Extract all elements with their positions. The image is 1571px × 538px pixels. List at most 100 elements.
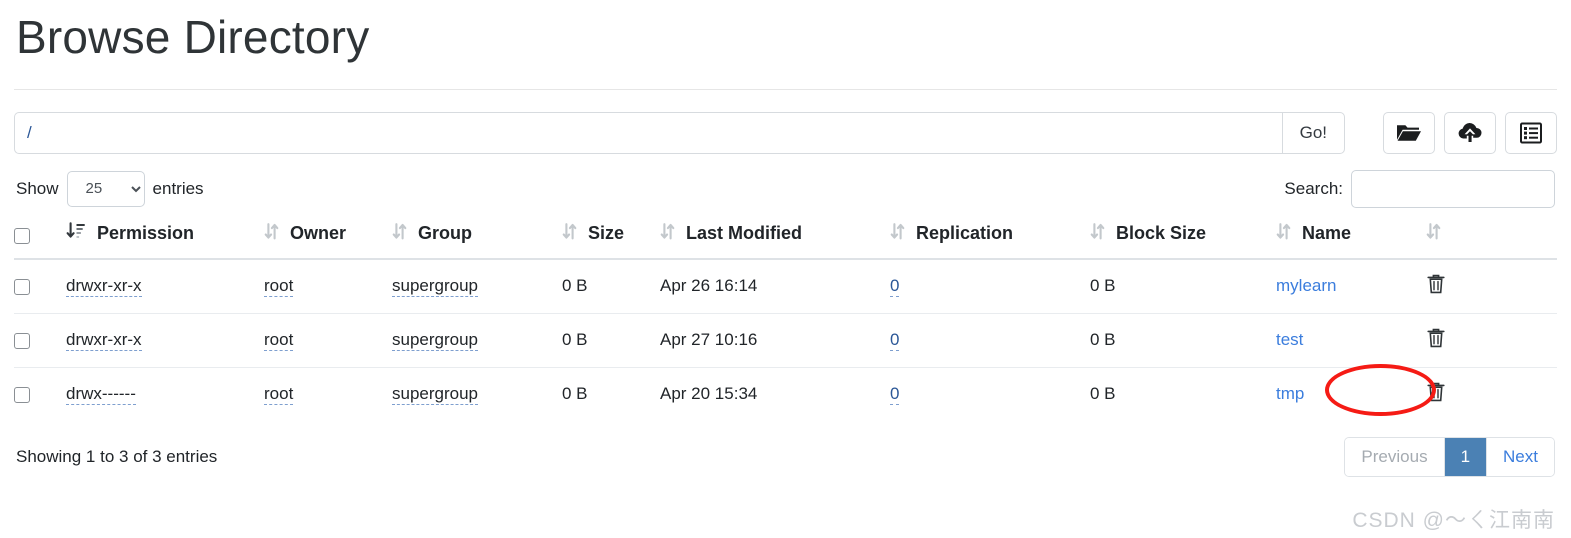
cell-size: 0 B (562, 312, 660, 368)
search-control: Search: (1284, 169, 1555, 208)
sort-icon (392, 222, 407, 246)
row-checkbox[interactable] (14, 332, 30, 349)
owner-value[interactable]: root (264, 384, 294, 406)
cell-name: test (1276, 312, 1426, 368)
owner-value[interactable]: root (264, 276, 294, 298)
permission-value[interactable]: drwxr-xr-x (66, 330, 142, 352)
column-header-block-size-label: Block Size (1116, 223, 1207, 244)
column-header-block-size[interactable]: Block Size (1090, 217, 1276, 260)
column-header-permission-label: Permission (97, 223, 195, 244)
path-toolbar: Go! (14, 111, 1557, 154)
directory-link[interactable]: test (1276, 330, 1303, 349)
column-header-name[interactable]: Name (1276, 217, 1426, 260)
cell-block-size: 0 B (1090, 366, 1276, 421)
cell-block-size: 0 B (1090, 258, 1276, 314)
search-label: Search: (1284, 178, 1343, 198)
replication-value[interactable]: 0 (890, 384, 900, 406)
upload-file-button[interactable] (1444, 111, 1496, 154)
row-select-cell[interactable] (14, 312, 66, 368)
page-title: Browse Directory (16, 11, 370, 63)
column-header-group[interactable]: Group (392, 217, 562, 260)
column-header-permission[interactable]: Permission (66, 217, 264, 260)
replication-value[interactable]: 0 (890, 330, 900, 352)
cell-group[interactable]: supergroup (392, 366, 562, 421)
group-value[interactable]: supergroup (392, 384, 479, 406)
directory-link[interactable]: mylearn (1276, 276, 1336, 295)
delete-button[interactable] (1426, 381, 1446, 406)
go-button[interactable]: Go! (1281, 111, 1345, 154)
cell-owner[interactable]: root (264, 312, 392, 368)
column-header-size[interactable]: Size (562, 217, 660, 260)
cell-size: 0 B (562, 366, 660, 421)
row-checkbox[interactable] (14, 278, 30, 295)
trash-icon (1426, 381, 1446, 406)
cell-actions (1426, 312, 1557, 368)
row-select-cell[interactable] (14, 258, 66, 314)
show-label: Show (16, 178, 59, 198)
cell-group[interactable]: supergroup (392, 258, 562, 314)
cell-permission[interactable]: drwx------ (66, 366, 264, 421)
row-checkbox[interactable] (14, 386, 30, 403)
column-header-actions[interactable] (1426, 217, 1557, 260)
path-input[interactable] (14, 111, 1282, 154)
table-row: drwxr-xr-x root supergroup 0 B Apr 26 16… (14, 258, 1557, 314)
cell-last-modified: Apr 20 15:34 (660, 366, 890, 421)
column-header-last-modified-label: Last Modified (686, 223, 802, 244)
cell-size: 0 B (562, 258, 660, 314)
new-directory-button[interactable] (1383, 111, 1435, 154)
table-footer: Showing 1 to 3 of 3 entries Previous 1 N… (14, 436, 1557, 477)
pagination-next[interactable]: Next (1487, 437, 1554, 476)
sort-icon (1426, 222, 1441, 245)
cell-permission[interactable]: drwxr-xr-x (66, 258, 264, 314)
column-header-replication[interactable]: Replication (890, 217, 1090, 260)
cell-permission[interactable]: drwxr-xr-x (66, 312, 264, 368)
table-info: Showing 1 to 3 of 3 entries (16, 446, 218, 466)
trash-icon (1426, 273, 1446, 298)
column-header-select-all[interactable] (14, 217, 66, 260)
group-value[interactable]: supergroup (392, 330, 479, 352)
pagination-page-1[interactable]: 1 (1444, 437, 1488, 476)
sort-icon (562, 222, 577, 246)
sort-icon (660, 222, 675, 246)
group-value[interactable]: supergroup (392, 276, 479, 298)
table-head: Permission Owner Group Size Last Modifie… (14, 217, 1557, 260)
column-header-last-modified[interactable]: Last Modified (660, 217, 890, 260)
search-input[interactable] (1351, 169, 1555, 208)
permission-value[interactable]: drwxr-xr-x (66, 276, 142, 298)
delete-button[interactable] (1426, 273, 1446, 298)
sort-icon (1276, 222, 1291, 246)
cell-block-size: 0 B (1090, 312, 1276, 368)
row-select-cell[interactable] (14, 366, 66, 421)
column-header-owner-label: Owner (290, 223, 347, 244)
watermark: CSDN @〜ㄑ江南南 (1352, 509, 1555, 532)
directory-link[interactable]: tmp (1276, 384, 1304, 403)
cell-replication[interactable]: 0 (890, 312, 1090, 368)
cell-owner[interactable]: root (264, 258, 392, 314)
toolbar-icon-group (1383, 111, 1557, 154)
cell-name: mylearn (1276, 258, 1426, 314)
select-all-checkbox[interactable] (14, 227, 30, 244)
cell-replication[interactable]: 0 (890, 366, 1090, 421)
cell-group[interactable]: supergroup (392, 312, 562, 368)
cell-last-modified: Apr 26 16:14 (660, 258, 890, 314)
pagination: Previous 1 Next (1344, 436, 1555, 477)
cell-owner[interactable]: root (264, 366, 392, 421)
cell-replication[interactable]: 0 (890, 258, 1090, 314)
delete-button[interactable] (1426, 327, 1446, 352)
column-header-owner[interactable]: Owner (264, 217, 392, 260)
cell-name: tmp (1276, 366, 1426, 421)
pagination-previous[interactable]: Previous (1345, 437, 1445, 476)
folder-open-icon (1396, 122, 1422, 144)
owner-value[interactable]: root (264, 330, 294, 352)
replication-value[interactable]: 0 (890, 276, 900, 298)
title-divider (14, 88, 1557, 90)
table-header-row: Permission Owner Group Size Last Modifie… (14, 217, 1557, 260)
cell-actions (1426, 258, 1557, 314)
page-length-select[interactable]: 25 (66, 170, 145, 207)
directory-table: Permission Owner Group Size Last Modifie… (14, 217, 1557, 421)
table-controls: Show 25 entries Search: (14, 169, 1557, 208)
permission-value[interactable]: drwx------ (66, 384, 136, 406)
cut-high-availability-button[interactable] (1505, 111, 1557, 154)
sort-icon (264, 222, 279, 246)
list-icon (1519, 122, 1543, 144)
